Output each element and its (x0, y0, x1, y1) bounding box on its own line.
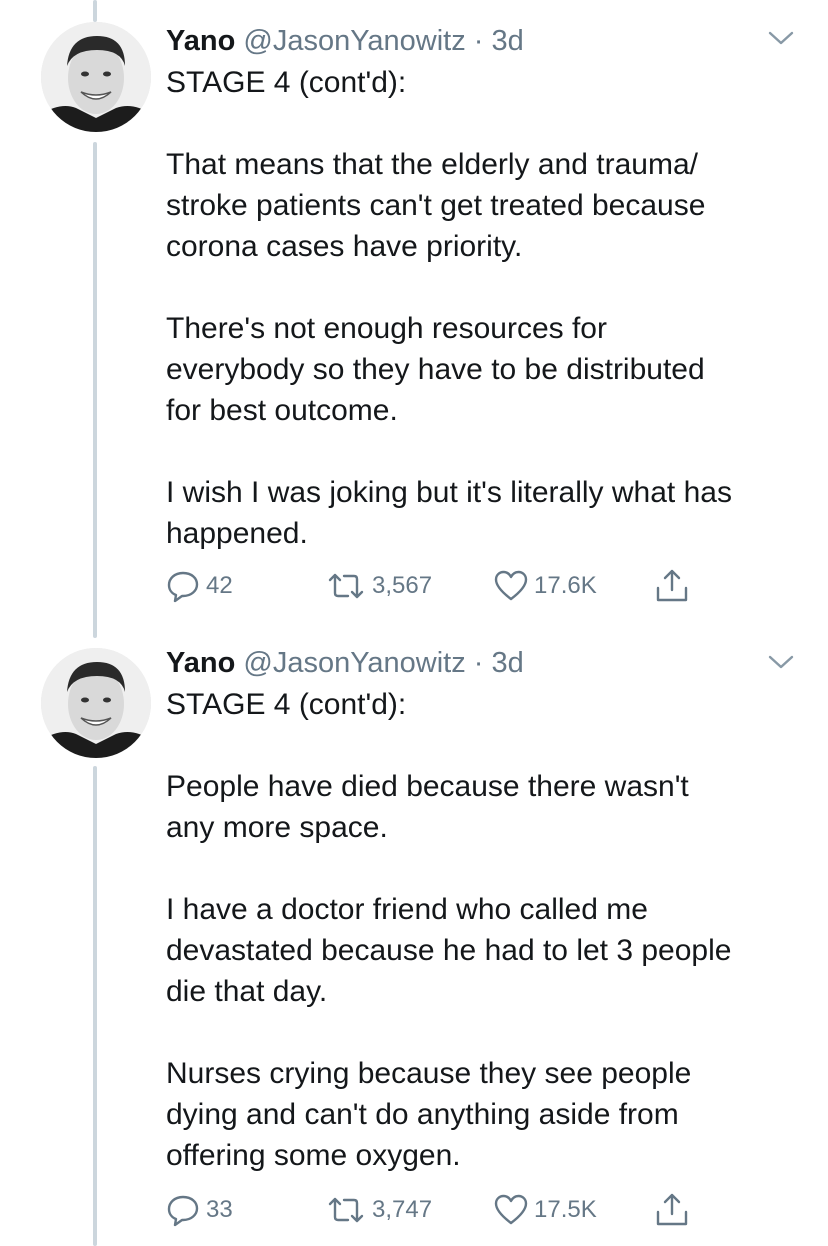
timestamp[interactable]: 3d (492, 647, 524, 679)
tweet-line: corona cases have priority. (166, 230, 523, 263)
tweet-text: STAGE 4 (cont'd): People have died becau… (166, 684, 796, 1176)
tweet-text: STAGE 4 (cont'd): That means that the el… (166, 62, 796, 554)
heart-icon (494, 1193, 528, 1227)
tweet-line: STAGE 4 (cont'd): (166, 66, 407, 99)
heart-icon (494, 569, 528, 603)
retweet-button[interactable]: 3,747 (326, 1190, 432, 1230)
timestamp[interactable]: 3d (492, 25, 524, 57)
share-button[interactable] (654, 566, 690, 606)
tweet-line: offering some oxygen. (166, 1139, 461, 1172)
display-name[interactable]: Yano (166, 25, 235, 57)
user-handle[interactable]: @JasonYanowitz (243, 647, 465, 679)
tweet-line: I wish I was joking but it's literally w… (166, 476, 732, 509)
retweet-button[interactable]: 3,567 (326, 566, 432, 606)
share-icon (654, 1192, 690, 1228)
tweet-actions: 33 3,747 17.5K (166, 1190, 726, 1230)
tweet-line: die that day. (166, 975, 328, 1008)
like-button[interactable]: 17.5K (494, 1190, 597, 1230)
tweet[interactable]: Yano @JasonYanowitz · 3d STAGE 4 (cont'd… (0, 640, 828, 1246)
retweet-icon (326, 1193, 366, 1227)
avatar[interactable] (41, 22, 151, 132)
tweet-actions: 42 3,567 17.6K (166, 566, 726, 606)
retweet-count: 3,567 (372, 572, 433, 599)
reply-icon (166, 1193, 200, 1227)
user-handle[interactable]: @JasonYanowitz (243, 25, 465, 57)
chevron-down-icon[interactable] (768, 30, 794, 46)
tweet-line: happened. (166, 517, 308, 550)
tweet-line: There's not enough resources for (166, 312, 607, 345)
tweet-line: Nurses crying because they see people (166, 1057, 692, 1090)
chevron-down-icon[interactable] (768, 654, 794, 670)
separator-dot: · (473, 25, 484, 57)
tweet-line: stroke patients can't get treated becaus… (166, 189, 706, 222)
separator-dot: · (473, 647, 484, 679)
reply-count: 42 (206, 572, 233, 599)
retweet-count: 3,747 (372, 1196, 433, 1223)
like-button[interactable]: 17.6K (494, 566, 597, 606)
tweet-line: STAGE 4 (cont'd): (166, 688, 407, 721)
tweet-line: dying and can't do anything aside from (166, 1098, 679, 1131)
reply-icon (166, 569, 200, 603)
share-button[interactable] (654, 1190, 690, 1230)
tweet-line: devastated because he had to let 3 peopl… (166, 934, 732, 967)
tweet-line: everybody so they have to be distributed (166, 353, 705, 386)
tweet-line: That means that the elderly and trauma/ (166, 148, 698, 181)
reply-button[interactable]: 33 (166, 1190, 233, 1230)
reply-count: 33 (206, 1196, 233, 1223)
like-count: 17.5K (534, 1196, 597, 1223)
retweet-icon (326, 569, 366, 603)
tweet-line: any more space. (166, 811, 388, 844)
reply-button[interactable]: 42 (166, 566, 233, 606)
share-icon (654, 568, 690, 604)
tweet-line: People have died because there wasn't (166, 770, 689, 803)
tweet-line: I have a doctor friend who called me (166, 893, 648, 926)
tweet-line: for best outcome. (166, 394, 398, 427)
like-count: 17.6K (534, 572, 597, 599)
display-name[interactable]: Yano (166, 647, 235, 679)
avatar[interactable] (41, 648, 151, 758)
tweet[interactable]: Yano @JasonYanowitz · 3d STAGE 4 (cont'd… (0, 0, 828, 640)
